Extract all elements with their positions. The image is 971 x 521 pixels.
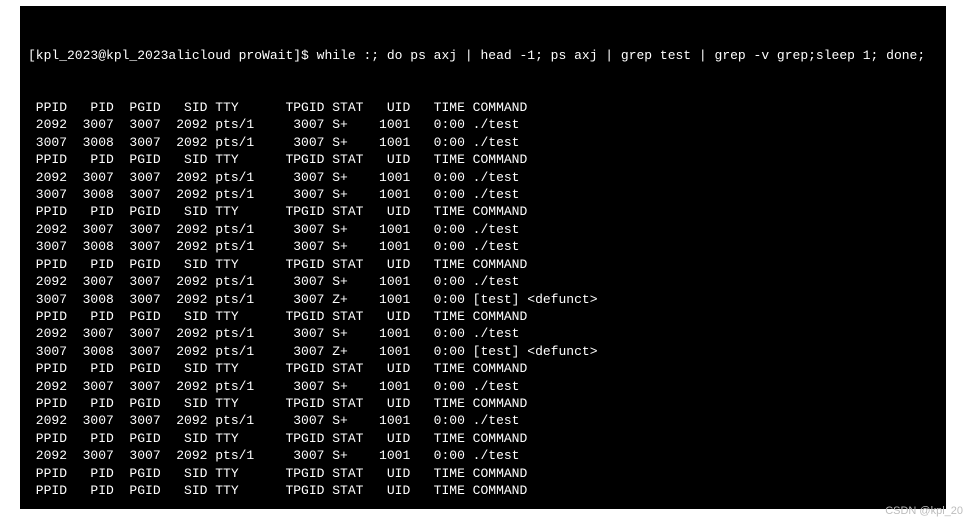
ps-header-row: PPID PID PGID SID TTY TPGID STAT UID TIM… [28, 482, 938, 499]
watermark-text: CSDN @kpl_20 [885, 505, 963, 517]
ps-data-row: 2092 3007 3007 2092 pts/1 3007 S+ 1001 0… [28, 116, 938, 133]
terminal-window[interactable]: [kpl_2023@kpl_2023alicloud proWait]$ whi… [20, 6, 946, 509]
ps-header-row: PPID PID PGID SID TTY TPGID STAT UID TIM… [28, 308, 938, 325]
ps-data-row: 3007 3008 3007 2092 pts/1 3007 Z+ 1001 0… [28, 291, 938, 308]
ps-data-row: 2092 3007 3007 2092 pts/1 3007 S+ 1001 0… [28, 169, 938, 186]
ps-data-row: 2092 3007 3007 2092 pts/1 3007 S+ 1001 0… [28, 221, 938, 238]
ps-header-row: PPID PID PGID SID TTY TPGID STAT UID TIM… [28, 360, 938, 377]
shell-prompt-command: [kpl_2023@kpl_2023alicloud proWait]$ whi… [28, 47, 938, 64]
ps-header-row: PPID PID PGID SID TTY TPGID STAT UID TIM… [28, 395, 938, 412]
ps-data-row: 2092 3007 3007 2092 pts/1 3007 S+ 1001 0… [28, 273, 938, 290]
terminal-output: PPID PID PGID SID TTY TPGID STAT UID TIM… [28, 99, 938, 499]
ps-data-row: 2092 3007 3007 2092 pts/1 3007 S+ 1001 0… [28, 378, 938, 395]
ps-header-row: PPID PID PGID SID TTY TPGID STAT UID TIM… [28, 203, 938, 220]
ps-data-row: 3007 3008 3007 2092 pts/1 3007 Z+ 1001 0… [28, 343, 938, 360]
ps-header-row: PPID PID PGID SID TTY TPGID STAT UID TIM… [28, 256, 938, 273]
ps-header-row: PPID PID PGID SID TTY TPGID STAT UID TIM… [28, 430, 938, 447]
ps-data-row: 2092 3007 3007 2092 pts/1 3007 S+ 1001 0… [28, 412, 938, 429]
ps-data-row: 2092 3007 3007 2092 pts/1 3007 S+ 1001 0… [28, 447, 938, 464]
ps-data-row: 2092 3007 3007 2092 pts/1 3007 S+ 1001 0… [28, 325, 938, 342]
ps-header-row: PPID PID PGID SID TTY TPGID STAT UID TIM… [28, 99, 938, 116]
ps-header-row: PPID PID PGID SID TTY TPGID STAT UID TIM… [28, 151, 938, 168]
ps-header-row: PPID PID PGID SID TTY TPGID STAT UID TIM… [28, 465, 938, 482]
ps-data-row: 3007 3008 3007 2092 pts/1 3007 S+ 1001 0… [28, 134, 938, 151]
ps-data-row: 3007 3008 3007 2092 pts/1 3007 S+ 1001 0… [28, 186, 938, 203]
ps-data-row: 3007 3008 3007 2092 pts/1 3007 S+ 1001 0… [28, 238, 938, 255]
